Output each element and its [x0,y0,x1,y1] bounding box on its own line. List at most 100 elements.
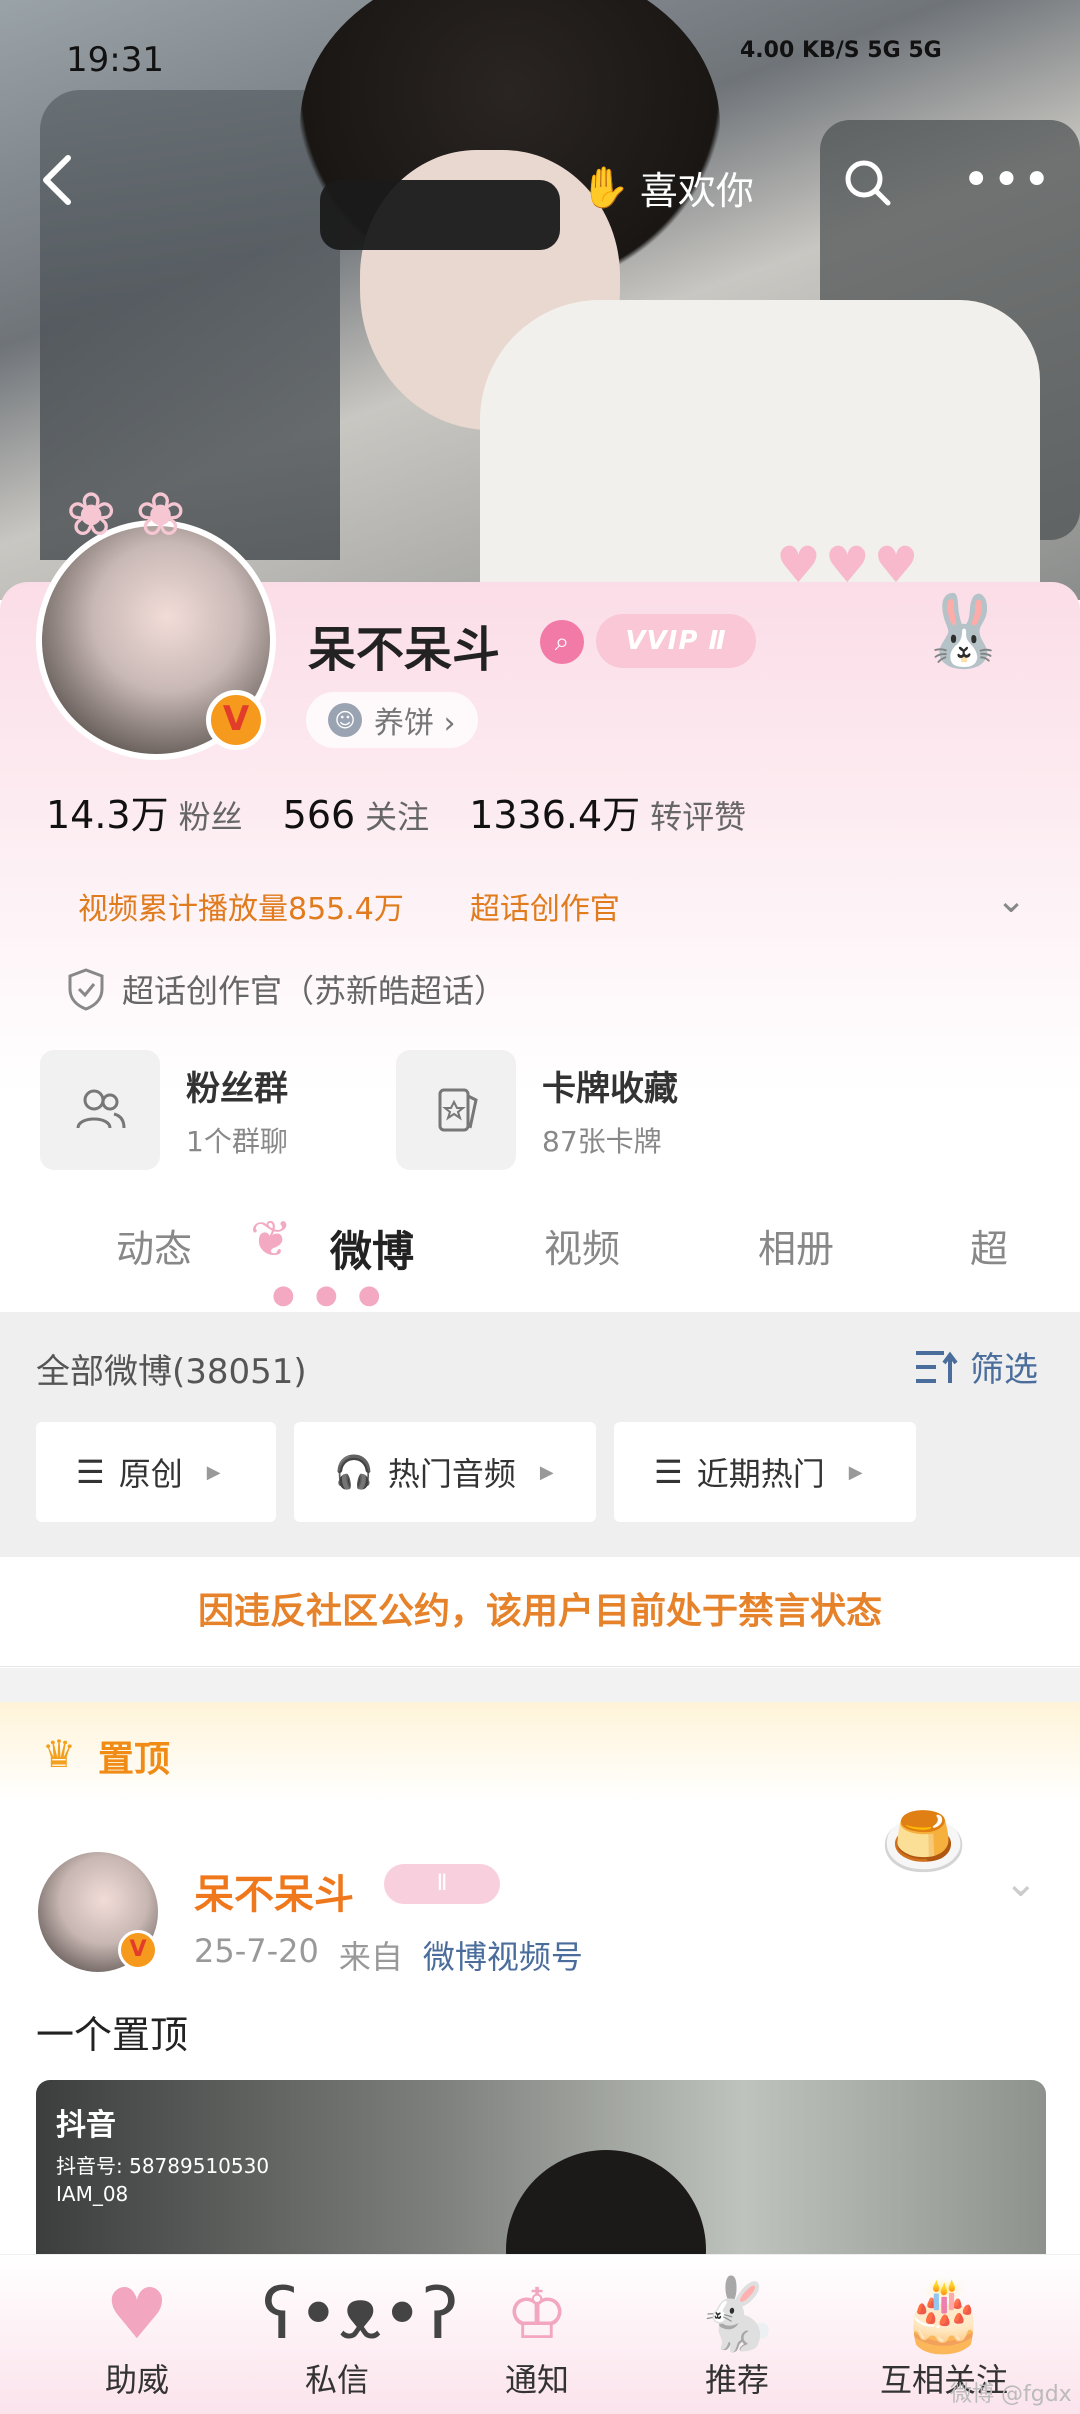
tab-video[interactable]: 视频 [544,1218,620,1273]
post-date: 25-7-20 [194,1932,319,1970]
profile-name: 呆不呆斗 [308,622,501,678]
tile-title: 卡牌收藏 [542,1068,678,1109]
stat-engagement[interactable]: 1336.4万 转评赞 [469,784,746,839]
crown-icon: ♛ [42,1732,77,1776]
tab-album[interactable]: 相册 [758,1218,834,1273]
back-arrow-icon [43,155,71,205]
like-you-label: 喜欢你 [639,169,754,213]
bottom-nav-messages[interactable]: ʕ•ᴥ•ʔ 私信 [262,2269,459,2401]
more-button[interactable]: ••• [962,156,1053,204]
pill-label: 热门音频 [387,1455,516,1493]
douyin-id: 抖音号: 58789510530 [56,2154,270,2178]
profile-tiles: 粉丝群 1个群聊 卡牌收藏 87张卡牌 [40,1050,696,1170]
tag-video-plays[interactable]: 视频累计播放量855.4万 [78,884,404,928]
verified-badge: V [206,690,266,750]
smile-icon: ☺ [328,703,362,737]
post-from-label: 来自 [338,1938,403,1976]
pill-label: 原创 [118,1455,183,1493]
stat-label: 转评赞 [650,798,747,836]
pinned-header: ♛ 置顶 [0,1702,1080,1802]
search-button[interactable] [842,157,892,207]
like-you-button[interactable]: ✋ 喜欢你 [580,160,754,215]
pet-chip-label: 养饼 › [374,706,456,741]
card-collection-tile[interactable]: 卡牌收藏 87张卡牌 [396,1050,696,1170]
post-verified-badge: V [118,1930,158,1970]
status-time: 19:31 [66,40,164,80]
douyin-account: IAM_08 [56,2182,129,2206]
hand-heart-icon: ✋ [580,165,630,211]
tab-super[interactable]: 超 [970,1218,1008,1273]
pudding-dog-sticker: 🍮 [880,1800,968,1882]
card-icon [396,1050,516,1170]
post-source-link[interactable]: 微博视频号 [423,1932,583,1978]
bunny-icon: 🐇 [693,2273,781,2355]
pet-chip[interactable]: ☺ 养饼 › [306,692,478,748]
bottom-nav-label: 推荐 [704,2361,769,2399]
filter-label: 筛选 [970,1350,1038,1390]
banned-notice: 因违反社区公约，该用户目前处于禁言状态 [0,1557,1080,1667]
pill-recent-hot[interactable]: ☰ 近期热门 ▶ [614,1422,916,1522]
stat-label: 粉丝 [178,798,243,836]
stat-value: 14.3万 [46,793,169,837]
tag-super-creator[interactable]: 超话创作官 [470,884,620,928]
profile-avatar[interactable]: ❀ ❀ V [36,480,276,760]
triangle-right-icon: ▶ [539,1461,554,1483]
cake-icon: 🎂 [900,2273,988,2355]
pinned-label: 置顶 [98,1739,171,1780]
bunny-ears-decoration: ❀ ❀ [66,480,186,550]
section-divider [0,1668,1080,1702]
status-indicators: 4.00 KB/S 5G 5G [740,38,942,63]
rabbit-sticker-decoration: 🐰 [920,590,1008,672]
tile-subtitle: 1个群聊 [186,1124,288,1158]
fan-badge-icon[interactable]: ⌕ [540,620,584,664]
pill-hot-audio[interactable]: 🎧 热门音频 ▶ [294,1422,596,1522]
super-topic-row[interactable]: 超话创作官（苏新皓超话） [66,966,506,1012]
tab-active-indicator: ● ● ● [272,1280,387,1310]
tab-weibo[interactable]: 微博 [330,1218,414,1279]
vip-badge[interactable]: VVIP Ⅱ [596,614,756,668]
post-author-name[interactable]: 呆不呆斗 [194,1862,354,1920]
bottom-nav-notifications[interactable]: ♔ 通知 [462,2269,612,2401]
bear-icon: ʕ•ᴥ•ʔ [262,2273,459,2355]
post-menu-chevron-icon[interactable]: ⌄ [1004,1860,1038,1906]
pill-label: 近期热门 [696,1455,825,1493]
watermark: 微博 @fgdx [950,2382,1072,2407]
butterfly-decoration: ❦ [250,1210,292,1268]
bottom-nav-recommend[interactable]: 🐇 推荐 [662,2269,812,2401]
pill-original[interactable]: ☰ 原创 ▶ [36,1422,276,1522]
triangle-right-icon: ▶ [848,1461,863,1483]
profile-tags: 视频累计播放量855.4万 超话创作官 [78,884,620,928]
apple-decoration: ♥♥♥ [776,536,923,594]
profile-tabs: 动态 ❦ 微博 ● ● ● 视频 相册 超 [0,1200,1080,1310]
back-button[interactable] [38,150,82,210]
more-icon: ••• [962,152,1053,208]
stat-following[interactable]: 566 关注 [283,792,430,838]
feed-title: 全部微博(38051) [36,1352,307,1392]
stat-label: 关注 [365,798,430,836]
expand-chevron-icon[interactable]: ⌄ [996,880,1026,921]
post-meta: 25-7-20 来自 微博视频号 [194,1932,583,1978]
bottom-nav-bar: ♥ 助威 ʕ•ᴥ•ʔ 私信 ♔ 通知 🐇 推荐 🎂 互相关注 [0,2254,1080,2414]
fan-group-tile[interactable]: 粉丝群 1个群聊 [40,1050,340,1170]
profile-stats: 14.3万 粉丝 566 关注 1336.4万 转评赞 [46,784,746,839]
super-topic-label: 超话创作官（苏新皓超话） [122,972,507,1010]
douyin-logo: 抖音 [56,2108,116,2143]
heart-icon: ♥ [105,2273,169,2355]
search-icon [845,160,891,206]
tile-subtitle: 87张卡牌 [542,1124,662,1158]
feed-filter-pills: ☰ 原创 ▶ 🎧 热门音频 ▶ ☰ 近期热门 ▶ [36,1422,916,1522]
layers-icon: ☰ [76,1453,105,1491]
bottom-nav-label: 私信 [304,2361,369,2399]
filter-button[interactable]: 筛选 [914,1342,1038,1391]
shield-icon [68,968,104,1011]
tab-activity[interactable]: 动态 [116,1218,192,1273]
stat-followers[interactable]: 14.3万 粉丝 [46,784,243,839]
filter-icon [916,1350,958,1383]
bottom-nav-cheer[interactable]: ♥ 助威 [62,2269,212,2401]
headphones-icon: 🎧 [334,1453,374,1491]
stat-value: 1336.4万 [469,793,641,837]
post-text: 一个置顶 [36,2013,189,2057]
tile-title: 粉丝群 [186,1068,288,1109]
photo-sunglasses [320,180,560,250]
bottom-nav-label: 助威 [104,2361,169,2399]
